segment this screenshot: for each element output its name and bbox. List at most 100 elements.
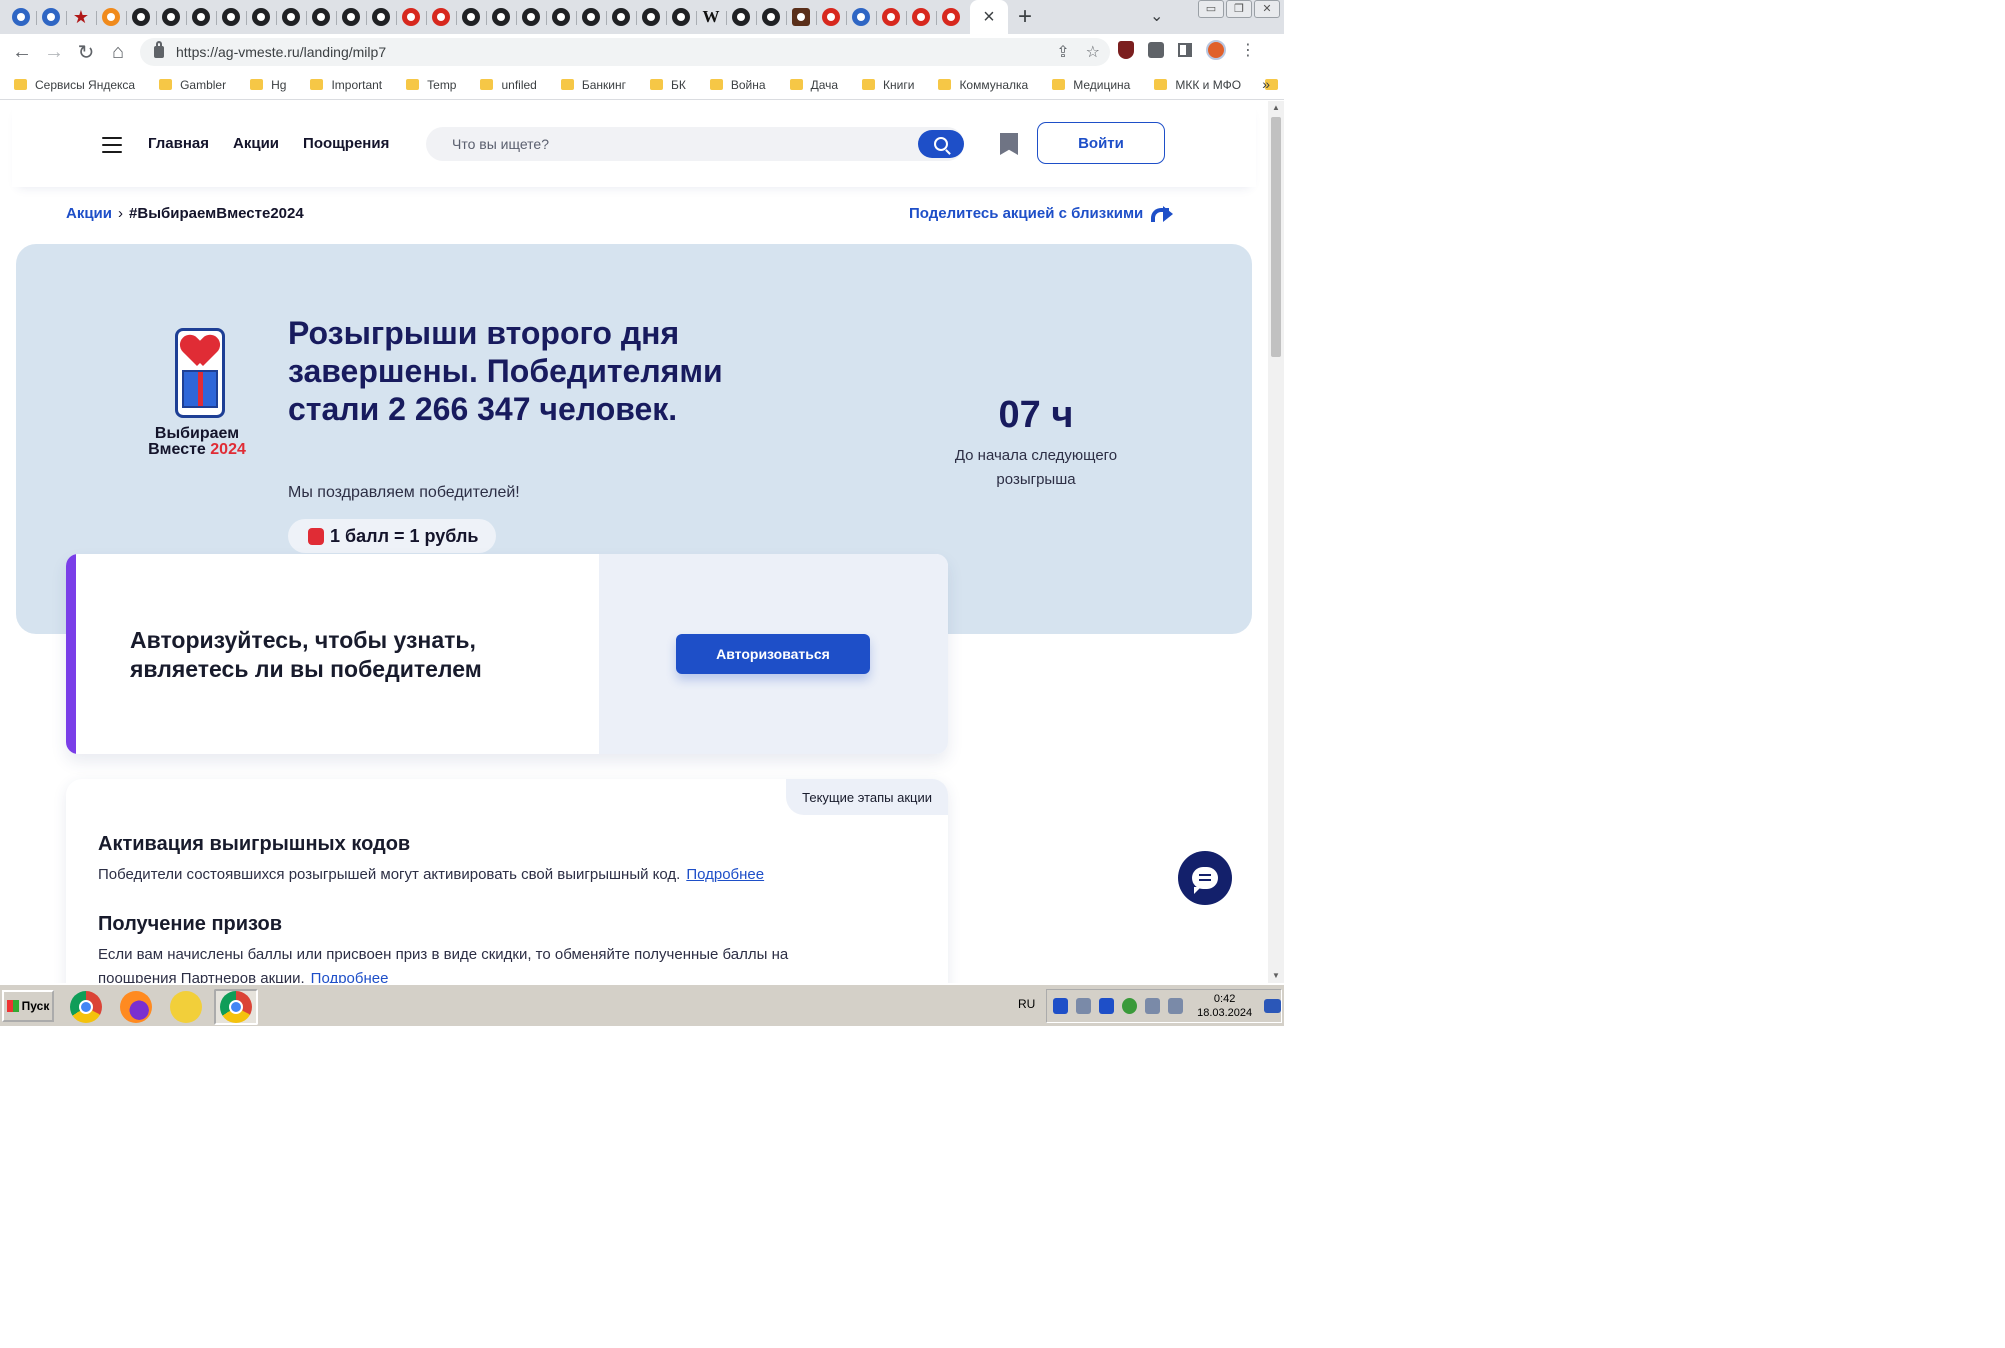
more-link[interactable]: Подробнее	[311, 970, 389, 983]
tab[interactable]	[156, 3, 186, 31]
scroll-up-arrow-icon[interactable]: ▲	[1268, 101, 1284, 115]
bookmark-item[interactable]: Important	[310, 78, 382, 92]
tab[interactable]	[546, 3, 576, 31]
close-window-button[interactable]: ✕	[1254, 0, 1280, 18]
menu-burger-icon[interactable]	[102, 137, 122, 153]
bookmark-item[interactable]: БК	[650, 78, 686, 92]
tab[interactable]	[606, 3, 636, 31]
authorize-button[interactable]: Авторизоваться	[676, 634, 870, 674]
reload-icon[interactable]: ↻	[70, 36, 102, 68]
forward-icon[interactable]: →	[38, 36, 70, 68]
share-link[interactable]: Поделитесь акцией с близкими	[909, 205, 1174, 222]
bookmark-item[interactable]: Дача	[789, 78, 838, 92]
bookmark-item[interactable]: Temp	[406, 78, 456, 92]
app-taskbar-icon[interactable]	[170, 991, 202, 1023]
show-desktop-icon[interactable]	[1264, 999, 1282, 1013]
menu-kebab-icon[interactable]: ⋮	[1240, 40, 1256, 60]
bookmark-item[interactable]: Война	[709, 78, 766, 92]
tab[interactable]	[186, 3, 216, 31]
chrome-taskbar-icon[interactable]	[70, 991, 102, 1023]
bookmark-item[interactable]: Коммуналка	[938, 78, 1028, 92]
profile-avatar[interactable]	[1206, 40, 1226, 60]
maximize-button[interactable]: ❐	[1226, 0, 1252, 18]
bookmarks-overflow-button[interactable]: »	[1262, 76, 1270, 92]
breadcrumb-promos-link[interactable]: Акции	[66, 205, 112, 222]
favorites-bookmark-icon[interactable]	[1000, 133, 1018, 155]
tab[interactable]	[936, 3, 966, 31]
tab[interactable]	[666, 3, 696, 31]
tab[interactable]	[636, 3, 666, 31]
search-button[interactable]	[918, 130, 964, 158]
firefox-taskbar-icon[interactable]	[120, 991, 152, 1023]
flag-tray-icon[interactable]	[1076, 998, 1092, 1014]
bookmark-label: Temp	[427, 77, 457, 92]
tab[interactable]	[456, 3, 486, 31]
network-icon[interactable]	[1053, 998, 1069, 1014]
scrollbar-thumb[interactable]	[1271, 117, 1281, 357]
tab[interactable]	[246, 3, 276, 31]
tab[interactable]	[756, 3, 786, 31]
nav-item-main[interactable]: Главная	[148, 135, 209, 152]
close-tab-icon[interactable]: ×	[983, 6, 995, 29]
nav-item-rewards[interactable]: Поощрения	[303, 135, 389, 152]
page-scrollbar[interactable]: ▲ ▼	[1268, 101, 1284, 983]
folder-icon	[310, 79, 324, 90]
tab[interactable]	[486, 3, 516, 31]
bookmark-item[interactable]: Медицина	[1052, 78, 1130, 92]
more-link[interactable]: Подробнее	[686, 866, 764, 883]
tab[interactable]	[876, 3, 906, 31]
tab[interactable]	[426, 3, 456, 31]
tab[interactable]	[6, 3, 36, 31]
minimize-button[interactable]: ▭	[1198, 0, 1224, 18]
clock[interactable]: 0:42 18.03.2024	[1197, 992, 1252, 1020]
tab[interactable]	[96, 3, 126, 31]
shield-extension-icon[interactable]	[1118, 41, 1134, 59]
bookmark-item[interactable]: Сервисы Яндекса	[14, 78, 135, 92]
tab[interactable]: ★	[66, 3, 96, 31]
address-bar[interactable]: https://ag-vmeste.ru/landing/milp7 ⇪ ☆	[140, 38, 1110, 66]
ru-tray-icon[interactable]	[1099, 998, 1115, 1014]
bookmark-item[interactable]: Банкинг	[560, 78, 626, 92]
tab[interactable]	[366, 3, 396, 31]
tab[interactable]	[126, 3, 156, 31]
tab[interactable]: W	[696, 3, 726, 31]
side-panel-icon[interactable]	[1178, 43, 1192, 57]
tab[interactable]	[786, 3, 816, 31]
bookmark-item[interactable]: unfiled	[480, 78, 537, 92]
tab-list-chevron-icon[interactable]: ⌄	[1150, 6, 1163, 26]
back-icon[interactable]: ←	[6, 36, 38, 68]
active-tab[interactable]: ×	[970, 0, 1008, 34]
puzzle-icon[interactable]	[1148, 42, 1164, 58]
tab[interactable]	[306, 3, 336, 31]
bookmark-item[interactable]: Gambler	[159, 78, 226, 92]
security-tray-icon[interactable]	[1122, 998, 1138, 1014]
signal-icon[interactable]	[1145, 998, 1161, 1014]
share-page-icon[interactable]: ⇪	[1056, 42, 1069, 62]
language-indicator[interactable]: RU	[1018, 997, 1035, 1011]
tab[interactable]	[36, 3, 66, 31]
nav-item-promos[interactable]: Акции	[233, 135, 279, 152]
home-icon[interactable]: ⌂	[102, 36, 134, 68]
tab[interactable]	[336, 3, 366, 31]
tab[interactable]	[846, 3, 876, 31]
bookmark-star-icon[interactable]: ☆	[1086, 42, 1100, 62]
tab[interactable]	[396, 3, 426, 31]
search-input[interactable]: Что вы ищете?	[426, 127, 964, 161]
tab[interactable]	[906, 3, 936, 31]
new-tab-button[interactable]: +	[1008, 0, 1042, 34]
tab[interactable]	[726, 3, 756, 31]
tab[interactable]	[516, 3, 546, 31]
tab[interactable]	[216, 3, 246, 31]
logo-year: 2024	[210, 441, 246, 458]
bookmark-item[interactable]: Hg	[250, 78, 286, 92]
bookmark-item[interactable]: Книги	[862, 78, 914, 92]
bookmark-item[interactable]: МКК и МФО	[1154, 78, 1241, 92]
tab[interactable]	[816, 3, 846, 31]
start-button[interactable]: Пуск	[2, 990, 54, 1022]
tab[interactable]	[276, 3, 306, 31]
volume-icon[interactable]	[1168, 998, 1184, 1014]
tab[interactable]	[576, 3, 606, 31]
login-button[interactable]: Войти	[1037, 122, 1165, 164]
chat-button[interactable]	[1178, 851, 1232, 905]
scroll-down-arrow-icon[interactable]: ▼	[1268, 969, 1284, 983]
